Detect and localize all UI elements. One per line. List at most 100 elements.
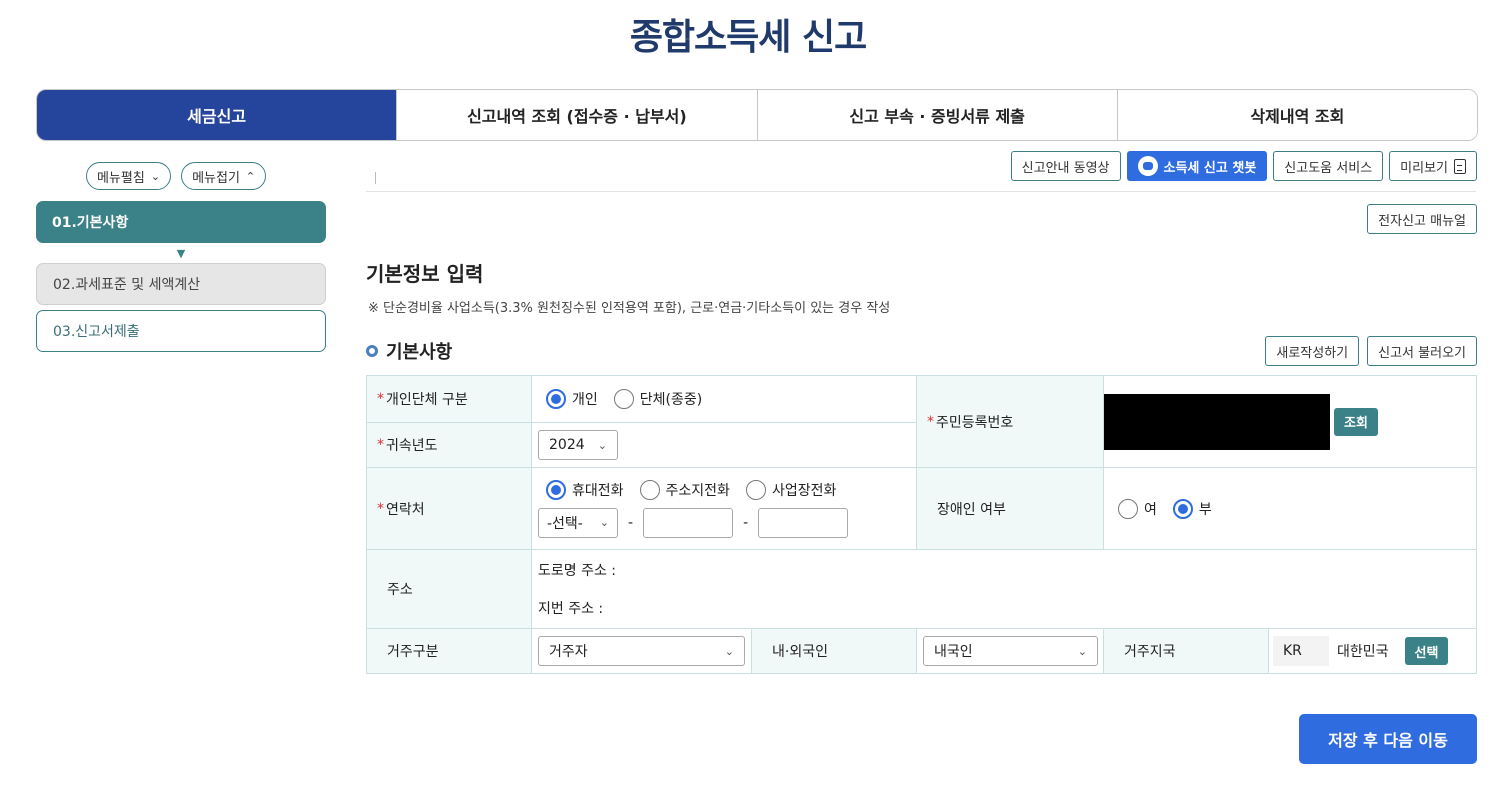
residence-select-value: 거주자 [549, 644, 588, 660]
step-basic-info[interactable]: 01.기본사항 [36, 201, 326, 243]
type-label-text: 개인단체 구분 [386, 392, 468, 408]
type-opt-individual: 개인 [572, 392, 598, 408]
nationality-label: 내·외국인 [752, 629, 917, 674]
disabled-value: 여 부 [1104, 468, 1477, 550]
contact-opt-home: 주소지전화 [665, 482, 730, 499]
save-next-button[interactable]: 저장 후 다음 이동 [1299, 714, 1477, 764]
rrn-value: 조회 [1104, 376, 1477, 468]
section-note: ※ 단순경비율 사업소득(3.3% 원천징수된 인적용역 포함), 근로·연금·… [368, 301, 891, 316]
year-select-value: 2024 [549, 437, 585, 453]
nationality-value: 내국인 ⌄ [917, 629, 1104, 674]
contact-opt-mobile: 휴대전화 [572, 482, 624, 499]
residence-label: 거주구분 [367, 629, 532, 674]
type-radio-group[interactable]: 단체(종중) [613, 389, 703, 409]
disabled-opt-no: 부 [1198, 501, 1212, 518]
chevron-down-icon: ⌄ [599, 516, 609, 529]
chatbot-button[interactable]: 소득세 신고 챗봇 [1126, 151, 1268, 181]
address-label: 주소 [367, 550, 532, 629]
divider [375, 172, 376, 184]
rrn-lookup-button[interactable]: 조회 [1334, 407, 1378, 436]
main-tabs: 세금신고 신고내역 조회 (접수증 · 납부서) 신고 부속 · 증빙서류 제출… [36, 89, 1478, 141]
menu-expand-label: 메뉴펼침 [97, 170, 145, 186]
step-arrow-icon: ▼ [176, 246, 186, 260]
subsection-title: 기본사항 [366, 338, 452, 364]
radio-selected-icon [1172, 498, 1193, 519]
type-opt-group: 단체(종중) [639, 392, 703, 408]
disabled-opt-yes: 여 [1144, 501, 1157, 518]
tab-attachments[interactable]: 신고 부속 · 증빙서류 제출 [756, 90, 1117, 140]
contact-radio-mobile[interactable]: 휴대전화 [546, 479, 624, 500]
residence-select[interactable]: 거주자 ⌄ [538, 636, 745, 666]
rrn-label-text: 주민등록번호 [936, 414, 1014, 431]
nationality-select[interactable]: 내국인 ⌄ [923, 636, 1098, 666]
contact-radio-home[interactable]: 주소지전화 [639, 479, 730, 500]
tab-tax-filing[interactable]: 세금신고 [37, 90, 397, 140]
redacted-rrn [1104, 393, 1330, 450]
menu-collapse-button[interactable]: 메뉴접기 ⌃ [181, 162, 267, 190]
phone-prefix-select[interactable]: -선택- ⌄ [538, 507, 618, 538]
country-value: KR 대한민국 선택 [1269, 629, 1477, 674]
phone-middle-input[interactable] [643, 507, 734, 538]
basic-info-form: * 개인단체 구분 개인 단체(종중) * 귀속년도 2024 ⌄ * 주민등록… [366, 375, 1477, 674]
menu-expand-button[interactable]: 메뉴펼침 ⌄ [86, 162, 172, 190]
radio-selected-icon [546, 479, 566, 500]
document-icon [1454, 158, 1466, 174]
menu-collapse-label: 메뉴접기 [192, 170, 240, 186]
preview-button[interactable]: 미리보기 [1389, 151, 1477, 181]
country-label: 거주지국 [1104, 629, 1269, 674]
tab-deleted-history[interactable]: 삭제내역 조회 [1116, 90, 1477, 140]
phone-prefix-value: -선택- [547, 515, 583, 532]
disabled-label: 장애인 여부 [917, 468, 1104, 550]
step-submit[interactable]: 03.신고서제출 [36, 310, 326, 352]
road-address-text: 도로명 주소 : [538, 563, 617, 579]
toolbar-divider [366, 191, 1476, 192]
menu-toggle-group: 메뉴펼침 ⌄ 메뉴접기 ⌃ [86, 162, 267, 190]
chevron-down-icon: ⌄ [724, 644, 734, 658]
disabled-radio-no[interactable]: 부 [1172, 498, 1212, 519]
country-select-button[interactable]: 선택 [1404, 637, 1449, 665]
radio-empty-icon [613, 389, 634, 409]
phone-dash: - [743, 514, 749, 531]
required-mark: * [377, 437, 384, 453]
preview-label: 미리보기 [1400, 160, 1448, 176]
type-radio-individual[interactable]: 개인 [546, 389, 598, 409]
contact-radio-business[interactable]: 사업장전화 [745, 479, 836, 500]
step-nav: 01.기본사항 ▼ 02.과세표준 및 세액계산 03.신고서제출 [36, 201, 326, 352]
page-title: 종합소득세 신고 [629, 17, 867, 58]
subsection-actions: 새로작성하기 신고서 불러오기 [1265, 336, 1477, 366]
toolbar: 신고안내 동영상 소득세 신고 챗봇 신고도움 서비스 미리보기 [1010, 151, 1477, 181]
phone-last-input[interactable] [758, 507, 849, 538]
residence-value: 거주자 ⌄ [532, 629, 752, 674]
country-code: KR [1273, 636, 1329, 666]
required-mark: * [377, 391, 384, 407]
help-service-button[interactable]: 신고도움 서비스 [1273, 151, 1384, 181]
guide-video-button[interactable]: 신고안내 동영상 [1010, 151, 1121, 181]
chevron-down-icon: ⌄ [150, 169, 161, 183]
chatbot-label: 소득세 신고 챗봇 [1163, 160, 1257, 176]
contact-label-text: 연락처 [386, 501, 425, 518]
address-value: 도로명 주소 : 지번 주소 : [532, 550, 1477, 629]
subsection-title-text: 기본사항 [386, 342, 453, 363]
radio-empty-icon [639, 479, 660, 500]
radio-empty-icon [745, 479, 766, 500]
type-label: * 개인단체 구분 [367, 376, 532, 423]
phone-dash: - [628, 514, 634, 531]
required-mark: * [377, 500, 384, 517]
type-value: 개인 단체(종중) [532, 376, 917, 423]
chevron-up-icon: ⌃ [245, 169, 256, 183]
e-filing-manual-button[interactable]: 전자신고 매뉴얼 [1367, 204, 1477, 234]
year-select[interactable]: 2024 ⌄ [538, 430, 618, 460]
step-tax-calc[interactable]: 02.과세표준 및 세액계산 [36, 263, 326, 305]
rrn-label: * 주민등록번호 [917, 376, 1104, 468]
radio-selected-icon [546, 389, 566, 409]
radio-empty-icon [1118, 498, 1138, 519]
load-form-button[interactable]: 신고서 불러오기 [1367, 336, 1477, 366]
year-label: * 귀속년도 [367, 423, 532, 468]
country-name: 대한민국 [1337, 644, 1389, 660]
bullet-icon [366, 345, 378, 357]
disabled-radio-yes[interactable]: 여 [1118, 498, 1157, 519]
chevron-down-icon: ⌄ [1077, 644, 1087, 658]
tab-filing-history[interactable]: 신고내역 조회 (접수증 · 납부서) [396, 90, 757, 140]
new-form-button[interactable]: 새로작성하기 [1265, 336, 1360, 366]
chatbot-icon [1137, 156, 1158, 176]
